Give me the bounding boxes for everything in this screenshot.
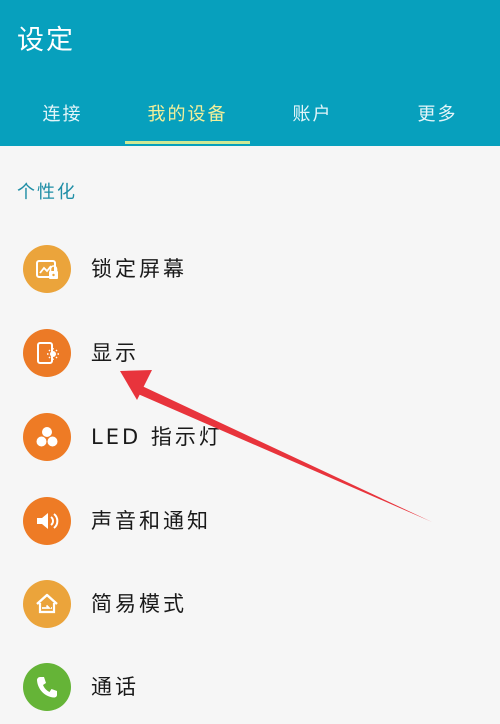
tab-label: 账户 xyxy=(292,104,333,125)
settings-item-display[interactable]: 显示 xyxy=(0,318,500,388)
lock-screen-icon xyxy=(23,245,71,293)
tab-more[interactable]: 更多 xyxy=(375,80,500,146)
active-tab-indicator xyxy=(125,141,250,144)
tab-bar: 连接 我的设备 账户 更多 xyxy=(0,80,500,146)
led-indicator-icon xyxy=(23,413,71,461)
settings-item-lock-screen[interactable]: 锁定屏幕 xyxy=(0,234,500,304)
display-icon xyxy=(23,329,71,377)
phone-icon xyxy=(23,663,71,711)
tab-connections[interactable]: 连接 xyxy=(0,80,125,146)
section-header-personalization: 个性化 xyxy=(17,182,77,203)
settings-item-led-indicator[interactable]: LED 指示灯 xyxy=(0,402,500,472)
app-header: 设定 连接 我的设备 账户 更多 xyxy=(0,0,500,146)
tab-label: 我的设备 xyxy=(147,104,228,125)
easy-mode-icon xyxy=(23,580,71,628)
settings-item-easy-mode[interactable]: 简易模式 xyxy=(0,569,500,639)
settings-item-label: 声音和通知 xyxy=(91,509,211,533)
tab-accounts[interactable]: 账户 xyxy=(250,80,375,146)
settings-item-label: LED 指示灯 xyxy=(91,425,223,449)
settings-item-sound-notifications[interactable]: 声音和通知 xyxy=(0,486,500,556)
page-title: 设定 xyxy=(17,25,75,56)
tab-label: 连接 xyxy=(42,104,83,125)
tab-my-device[interactable]: 我的设备 xyxy=(125,80,250,146)
settings-item-label: 显示 xyxy=(91,341,139,365)
settings-item-label: 锁定屏幕 xyxy=(91,257,187,281)
sound-icon xyxy=(23,497,71,545)
settings-item-calls[interactable]: 通话 xyxy=(0,652,500,722)
tab-label: 更多 xyxy=(417,104,458,125)
settings-item-label: 简易模式 xyxy=(91,592,187,616)
settings-item-label: 通话 xyxy=(91,675,139,699)
